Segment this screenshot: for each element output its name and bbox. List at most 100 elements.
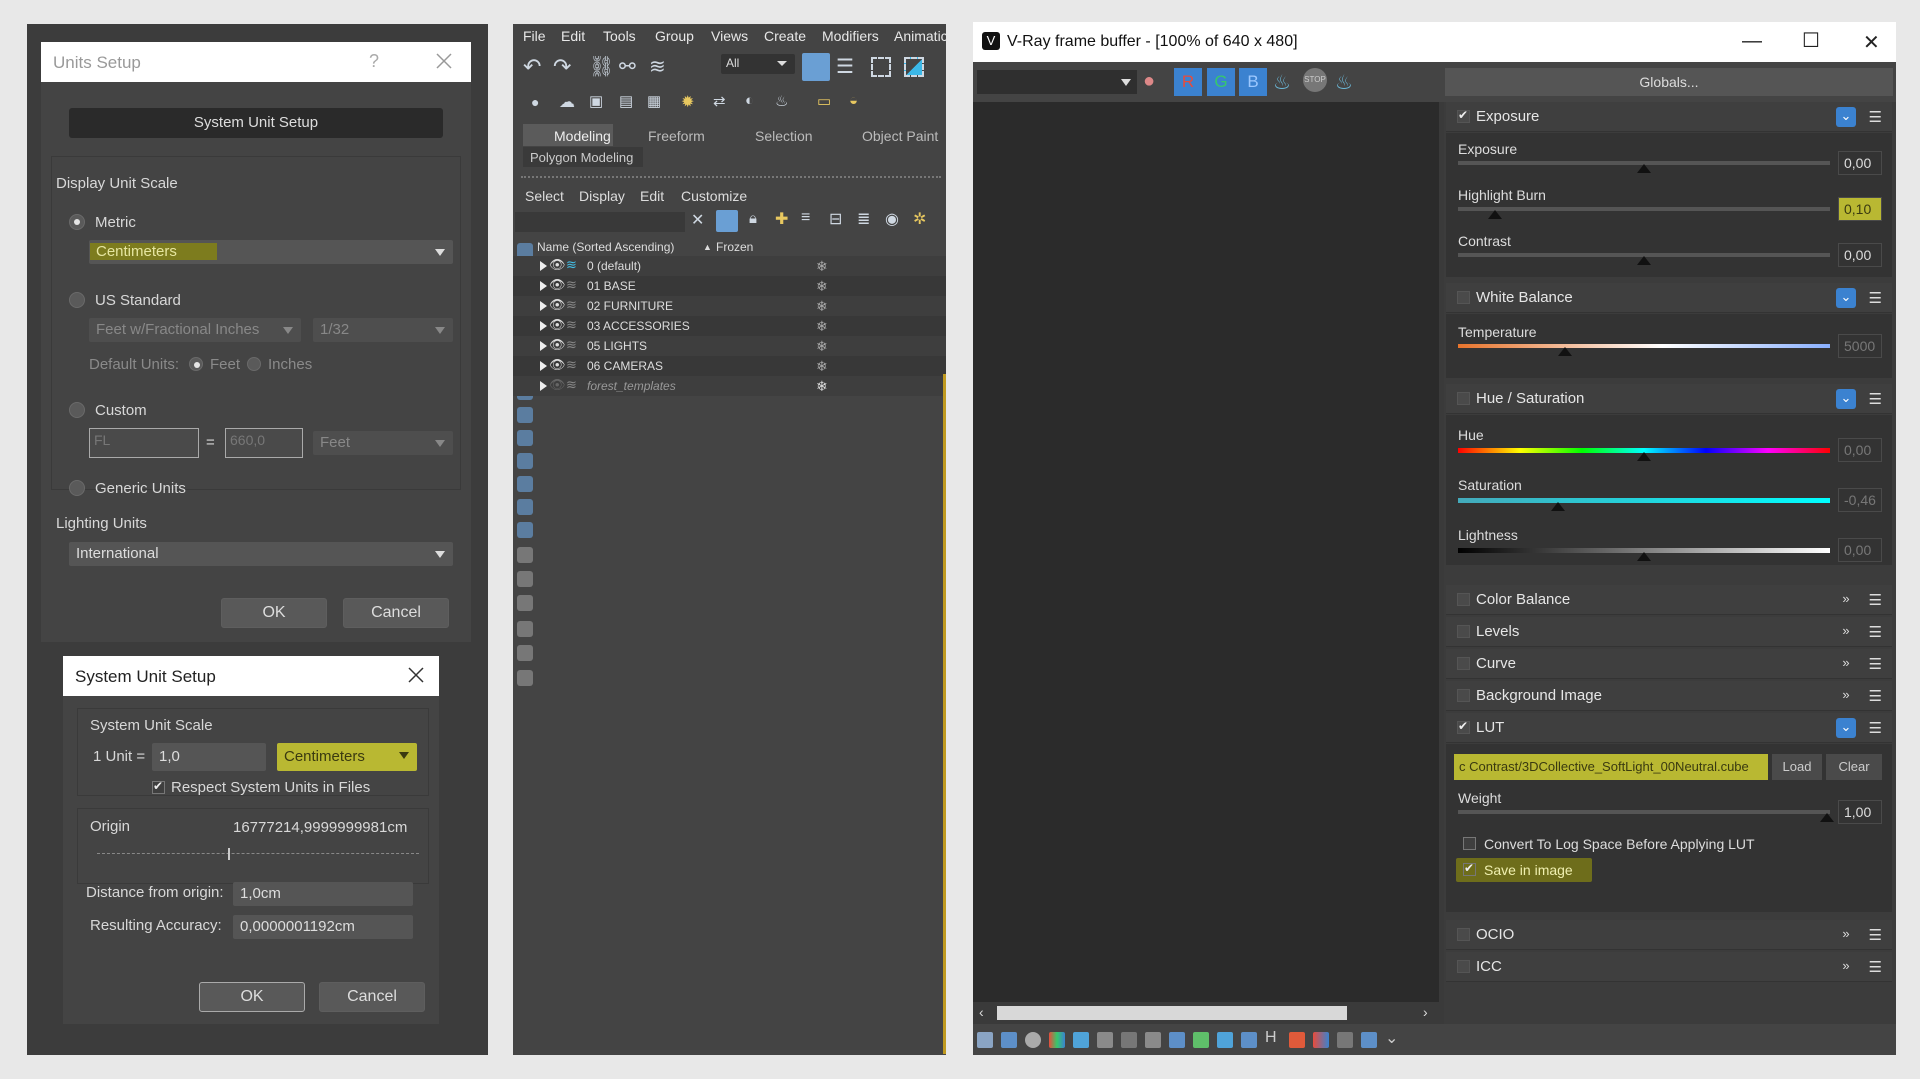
tab-freeform[interactable]: Freeform [648, 128, 705, 144]
exposure-slider[interactable] [1458, 161, 1830, 173]
layer-row[interactable]: 👁︎ ≋ 02 FURNITURE ❄ [513, 296, 946, 316]
side-filter-icon[interactable] [517, 453, 533, 469]
layers-icon[interactable]: ≣ [857, 209, 870, 229]
arrows-icon[interactable]: ⇄ [713, 92, 726, 110]
bind-space-warp-icon[interactable]: ≋ [649, 54, 666, 79]
close-icon[interactable]: ✕ [1863, 30, 1880, 55]
curve-icon[interactable] [1217, 1032, 1233, 1048]
layer-row[interactable]: 👁︎ ≋ 01 BASE ❄ [513, 276, 946, 296]
save-in-image-checkbox[interactable] [1463, 861, 1476, 876]
explorer-search-input[interactable] [515, 212, 685, 232]
layer-row[interactable]: 👁︎ ≋ 0 (default) ❄ [513, 256, 946, 276]
curve-header[interactable]: Curve » ☰ [1446, 649, 1892, 679]
teapot-icon[interactable]: ♨ [775, 92, 788, 110]
select-object-icon[interactable] [802, 53, 830, 81]
custom-unit-dropdown[interactable]: Feet [313, 431, 453, 455]
layer-row[interactable]: 👁︎ ≋ 06 CAMERAS ❄ [513, 356, 946, 376]
side-filter-icon[interactable] [517, 522, 533, 538]
expand-icon[interactable]: » [1836, 686, 1856, 706]
menu-animation[interactable]: Animatic [894, 28, 946, 44]
slider-thumb[interactable] [1488, 210, 1502, 219]
scroll-right-icon[interactable]: › [1423, 1004, 1428, 1020]
background-image-checkbox[interactable] [1457, 689, 1470, 702]
slider-thumb[interactable] [1637, 256, 1651, 265]
slider-thumb[interactable] [1820, 813, 1834, 822]
origin-slider-thumb[interactable] [228, 848, 230, 860]
color-picker-icon[interactable] [1049, 1032, 1065, 1048]
hsl-icon[interactable] [1073, 1032, 1089, 1048]
balance-icon[interactable] [1097, 1032, 1113, 1048]
highlight-burn-slider[interactable] [1458, 207, 1830, 219]
scroll-left-icon[interactable]: ‹ [979, 1004, 984, 1020]
us-unit-dropdown[interactable]: Feet w/Fractional Inches [89, 318, 301, 342]
respect-units-checkbox[interactable] [152, 779, 165, 794]
unit-amount-field[interactable]: 1,0 [152, 743, 266, 771]
expand-icon[interactable] [540, 301, 547, 311]
expand-icon[interactable] [540, 261, 547, 271]
system-unit-setup-button[interactable]: System Unit Setup [69, 108, 443, 138]
h-icon[interactable]: H [1265, 1029, 1277, 1047]
link-icon[interactable]: ⛓ [589, 54, 614, 79]
side-filter-icon[interactable] [517, 595, 533, 611]
channel-g-toggle[interactable]: G [1207, 68, 1235, 96]
ocio-header[interactable]: OCIO » ☰ [1446, 920, 1892, 950]
expand-icon[interactable]: ⌄ [1836, 718, 1856, 738]
side-filter-icon[interactable] [517, 645, 533, 661]
slider-thumb[interactable] [1637, 452, 1651, 461]
render-icon[interactable]: ◒ [849, 92, 858, 109]
expand-icon[interactable] [540, 321, 547, 331]
eye-icon[interactable]: 👁︎ [549, 337, 566, 353]
close-icon[interactable] [407, 666, 425, 684]
menu-icon[interactable]: ☰ [1869, 289, 1882, 307]
icc-checkbox[interactable] [1457, 960, 1470, 973]
column-name-header[interactable]: Name (Sorted Ascending) [537, 240, 674, 254]
eye-icon[interactable]: 👁︎ [549, 277, 566, 293]
freeze-icon[interactable]: ❄ [816, 358, 828, 375]
window-crossing-icon[interactable] [904, 57, 924, 77]
side-filter-icon[interactable] [517, 407, 533, 423]
render-icon[interactable]: ♨ [1335, 70, 1353, 95]
eye-icon[interactable]: 👁︎ [549, 297, 566, 313]
lut-header[interactable]: LUT ⌄ ☰ [1446, 713, 1892, 743]
side-filter-icon[interactable] [517, 571, 533, 587]
render-setup-icon[interactable]: ▣ [589, 92, 603, 110]
lighting-units-dropdown[interactable]: International [69, 542, 453, 566]
menu-icon[interactable]: ☰ [1869, 926, 1882, 944]
rectangular-selection-icon[interactable] [871, 57, 891, 77]
channel-b-toggle[interactable]: B [1239, 68, 1267, 96]
add-to-layer-icon[interactable]: ≡ [801, 209, 810, 227]
background-image-header[interactable]: Background Image » ☰ [1446, 681, 1892, 711]
temperature-value[interactable]: 5000 [1838, 334, 1882, 358]
distance-field[interactable]: 1,0cm [233, 882, 413, 906]
menu-group[interactable]: Group [655, 28, 694, 44]
exposure-checkbox[interactable] [1457, 108, 1470, 123]
moon-icon[interactable]: ◐ [745, 92, 754, 109]
hue-value[interactable]: 0,00 [1838, 438, 1882, 462]
expand-icon[interactable]: » [1836, 622, 1856, 642]
help-icon[interactable]: ? [369, 51, 379, 72]
feet-radio[interactable] [189, 357, 203, 371]
expand-icon[interactable]: » [1836, 925, 1856, 945]
eye-icon[interactable]: 👁︎ [549, 357, 566, 373]
hue-slider[interactable] [1458, 448, 1830, 461]
new-layer-icon[interactable]: ✚ [775, 209, 788, 229]
weight-slider[interactable] [1458, 810, 1834, 822]
menu-create[interactable]: Create [764, 28, 806, 44]
menu-modifiers[interactable]: Modifiers [822, 28, 879, 44]
select-by-name-icon[interactable]: ☰ [836, 54, 854, 79]
contrast-slider[interactable] [1458, 253, 1830, 265]
stop-icon[interactable]: STOP [1303, 68, 1327, 92]
cloud-icon[interactable]: ☁ [559, 92, 575, 112]
freeze-icon[interactable]: ❄ [816, 338, 828, 355]
custom-radio[interactable] [69, 402, 85, 418]
histogram-icon[interactable] [1121, 1032, 1137, 1048]
minimize-icon[interactable]: — [1742, 30, 1762, 53]
ocio-checkbox[interactable] [1457, 928, 1470, 941]
lightness-value[interactable]: 0,00 [1838, 538, 1882, 562]
expand-icon[interactable] [540, 341, 547, 351]
scene-icon[interactable]: ● [531, 94, 539, 110]
info-icon[interactable] [1025, 1032, 1041, 1048]
eye-icon[interactable]: 👁︎ [549, 317, 566, 333]
us-standard-radio[interactable] [69, 292, 85, 308]
chevron-down-icon[interactable]: ⌄ [1385, 1028, 1398, 1048]
